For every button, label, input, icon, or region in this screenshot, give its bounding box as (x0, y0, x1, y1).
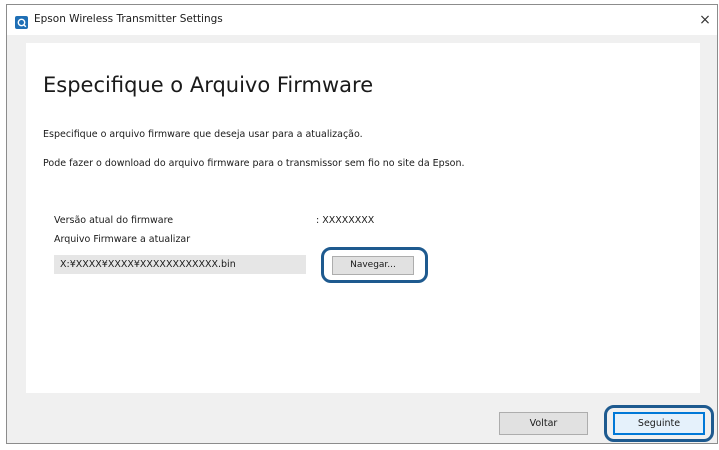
current-firmware-value: : XXXXXXXX (316, 215, 375, 226)
firmware-file-path-field[interactable]: X:¥XXXX¥XXXX¥XXXXXXXXXXXX.bin (54, 255, 306, 274)
window-title: Epson Wireless Transmitter Settings (34, 13, 223, 25)
epson-app-icon (15, 14, 28, 29)
settings-window: Epson Wireless Transmitter Settings × Es… (6, 4, 718, 444)
description-select-file: Especifique o arquivo firmware que desej… (43, 129, 363, 140)
firmware-file-label: Arquivo Firmware a atualizar (54, 234, 191, 245)
next-button[interactable]: Seguinte (613, 412, 705, 435)
browse-button[interactable]: Navegar... (332, 256, 414, 275)
next-button-highlight: Seguinte (604, 405, 714, 442)
back-button[interactable]: Voltar (499, 412, 588, 435)
title-bar: Epson Wireless Transmitter Settings × (7, 5, 717, 35)
browse-button-highlight: Navegar... (321, 247, 428, 283)
close-icon[interactable]: × (693, 5, 717, 35)
description-download-info: Pode fazer o download do arquivo firmwar… (43, 158, 465, 169)
page-title: Especifique o Arquivo Firmware (43, 73, 374, 97)
current-firmware-label: Versão atual do firmware (54, 215, 174, 226)
content-panel: Especifique o Arquivo Firmware Especifiq… (26, 43, 700, 393)
